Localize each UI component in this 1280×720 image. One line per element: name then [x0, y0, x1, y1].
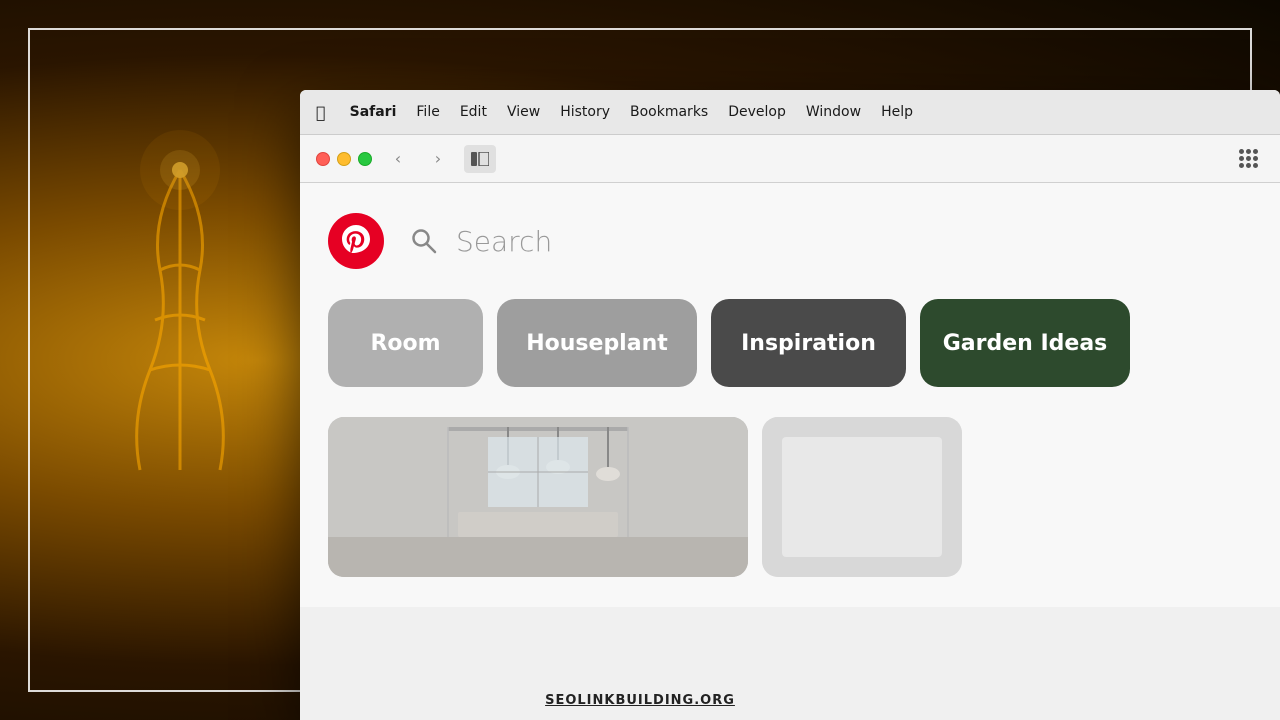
- view-menu[interactable]: View: [507, 104, 540, 120]
- category-chip-garden[interactable]: Garden Ideas: [920, 299, 1130, 387]
- search-placeholder-text: Search: [456, 225, 552, 258]
- grid-menu-button[interactable]: [1232, 143, 1264, 175]
- help-menu[interactable]: Help: [881, 104, 913, 120]
- window-menu[interactable]: Window: [806, 104, 861, 120]
- develop-menu[interactable]: Develop: [728, 104, 786, 120]
- content-images: [328, 417, 1252, 577]
- grid-dots-icon: [1239, 149, 1258, 168]
- back-button[interactable]: ‹: [384, 145, 412, 173]
- category-chips: Room Houseplant Inspiration Garden Ideas: [328, 299, 1252, 387]
- safari-menu[interactable]: Safari: [350, 104, 397, 120]
- category-chip-inspiration[interactable]: Inspiration: [711, 299, 906, 387]
- search-bar[interactable]: Search: [404, 221, 552, 261]
- main-image-card: [328, 417, 748, 577]
- browser-content: Search Room Houseplant Inspiration Garde…: [300, 183, 1280, 607]
- side-image: [762, 417, 962, 577]
- search-icon: [404, 221, 444, 261]
- watermark: SEOLINKBUILDING.ORG: [545, 693, 735, 708]
- forward-button[interactable]: ›: [424, 145, 452, 173]
- kitchen-image: [328, 417, 748, 577]
- pinterest-logo[interactable]: [328, 213, 384, 269]
- safari-window:  Safari File Edit View History Bookmark…: [300, 90, 1280, 720]
- category-chip-houseplant[interactable]: Houseplant: [497, 299, 697, 387]
- traffic-lights: [316, 152, 372, 166]
- bg-decoration: [80, 120, 280, 520]
- edit-menu[interactable]: Edit: [460, 104, 487, 120]
- sidebar-toggle-button[interactable]: [464, 145, 496, 173]
- minimize-button[interactable]: [337, 152, 351, 166]
- history-menu[interactable]: History: [560, 104, 610, 120]
- maximize-button[interactable]: [358, 152, 372, 166]
- sidebar-icon: [471, 152, 489, 166]
- bookmarks-menu[interactable]: Bookmarks: [630, 104, 708, 120]
- pinterest-header: Search: [328, 213, 1252, 269]
- search-magnifier-icon: [410, 227, 438, 255]
- category-chip-room[interactable]: Room: [328, 299, 483, 387]
- file-menu[interactable]: File: [416, 104, 439, 120]
- kitchen-illustration: [328, 417, 748, 577]
- side-image-card: [762, 417, 962, 577]
- apple-menu[interactable]: : [316, 103, 326, 122]
- pinterest-p-icon: [340, 223, 372, 259]
- menu-bar:  Safari File Edit View History Bookmark…: [300, 90, 1280, 135]
- close-button[interactable]: [316, 152, 330, 166]
- toolbar: ‹ ›: [300, 135, 1280, 183]
